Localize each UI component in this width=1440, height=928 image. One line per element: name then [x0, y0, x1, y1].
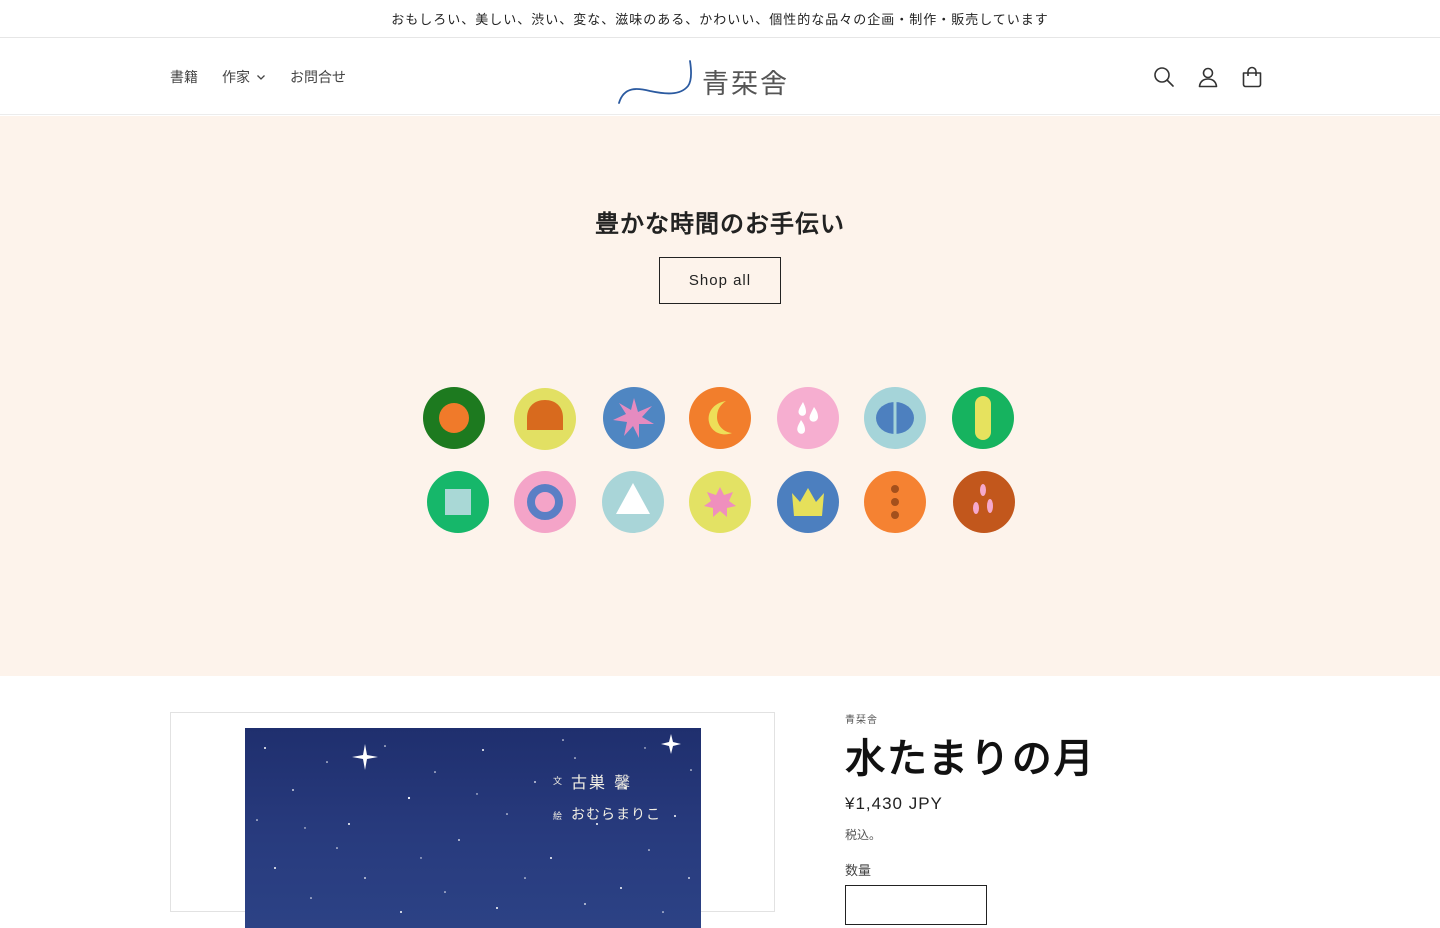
- logo-text: 青栞舎: [702, 69, 789, 100]
- cover-illustrator: おむらまりこ: [571, 807, 661, 823]
- badge-square-icon: [427, 471, 489, 533]
- logo-wave-mark: [618, 60, 692, 104]
- chevron-down-icon: [257, 74, 265, 80]
- account-icon: [1198, 67, 1218, 87]
- badge-triangle-icon: [602, 471, 664, 533]
- hero-banner: 豊かな時間のお手伝い Shop all: [0, 116, 1440, 676]
- search-icon: [1154, 66, 1174, 87]
- nav-contact-label: お問合せ: [290, 69, 346, 86]
- badge-illustration-grid: [423, 387, 1015, 533]
- quantity-label: 数量: [845, 864, 872, 879]
- tax-note: 税込。: [845, 828, 882, 842]
- badge-dome-icon: [514, 388, 576, 450]
- starfield: [256, 734, 692, 913]
- nav-books[interactable]: 書籍: [170, 67, 198, 87]
- shop-all-button[interactable]: Shop all: [659, 257, 781, 304]
- product-vendor: 青栞舎: [845, 715, 878, 726]
- cover-author: 古巣 馨: [571, 773, 633, 792]
- badge-drops-icon: [777, 387, 839, 449]
- badge-ring-icon: [514, 471, 576, 533]
- product-media-frame[interactable]: 文 古巣 馨 絵 おむらまりこ: [170, 712, 775, 928]
- announcement-bar: おもしろい、美しい、渋い、変な、滋味のある、かわいい、個性的な品々の企画・制作・…: [0, 0, 1440, 38]
- main-nav: 書籍 作家 お問合せ: [170, 38, 346, 115]
- announcement-text: おもしろい、美しい、渋い、変な、滋味のある、かわいい、個性的な品々の企画・制作・…: [391, 13, 1049, 28]
- hero-title: 豊かな時間のお手伝い: [595, 210, 845, 238]
- search-button[interactable]: [1152, 65, 1176, 89]
- book-cover-image: 文 古巣 馨 絵 おむらまりこ: [245, 728, 701, 928]
- badge-pill-icon: [952, 387, 1014, 449]
- quantity-stepper[interactable]: [845, 885, 987, 925]
- nav-contact[interactable]: お問合せ: [290, 67, 346, 87]
- cover-text-label: 文: [553, 777, 563, 787]
- product-price: ¥1,430 JPY: [845, 794, 943, 813]
- badge-seeds-icon: [953, 471, 1015, 533]
- badge-orange-dot-icon: [423, 387, 485, 449]
- nav-authors-label: 作家: [222, 69, 250, 86]
- nav-authors-dropdown[interactable]: 作家: [222, 67, 266, 87]
- cover-illustration-label: 絵: [553, 812, 563, 822]
- product-section: 文 古巣 馨 絵 おむらまりこ 青栞舎 水たまりの月 ¥1,430 JPY 税込…: [0, 676, 1440, 928]
- badge-flower-icon: [689, 471, 751, 533]
- badge-star-icon: [603, 387, 665, 449]
- badge-split-oval-icon: [864, 387, 926, 449]
- site-header: 書籍 作家 お問合せ 青栞舎: [0, 38, 1440, 115]
- site-logo[interactable]: 青栞舎: [616, 58, 800, 106]
- header-icons: [1152, 38, 1264, 115]
- cart-icon: [1242, 66, 1262, 87]
- cart-button[interactable]: [1240, 65, 1264, 89]
- nav-books-label: 書籍: [170, 69, 198, 86]
- account-button[interactable]: [1196, 65, 1220, 89]
- badge-moon-icon: [689, 387, 751, 449]
- badge-crown-icon: [777, 471, 839, 533]
- badge-three-dots-icon: [864, 471, 926, 533]
- product-title: 水たまりの月: [845, 736, 1096, 782]
